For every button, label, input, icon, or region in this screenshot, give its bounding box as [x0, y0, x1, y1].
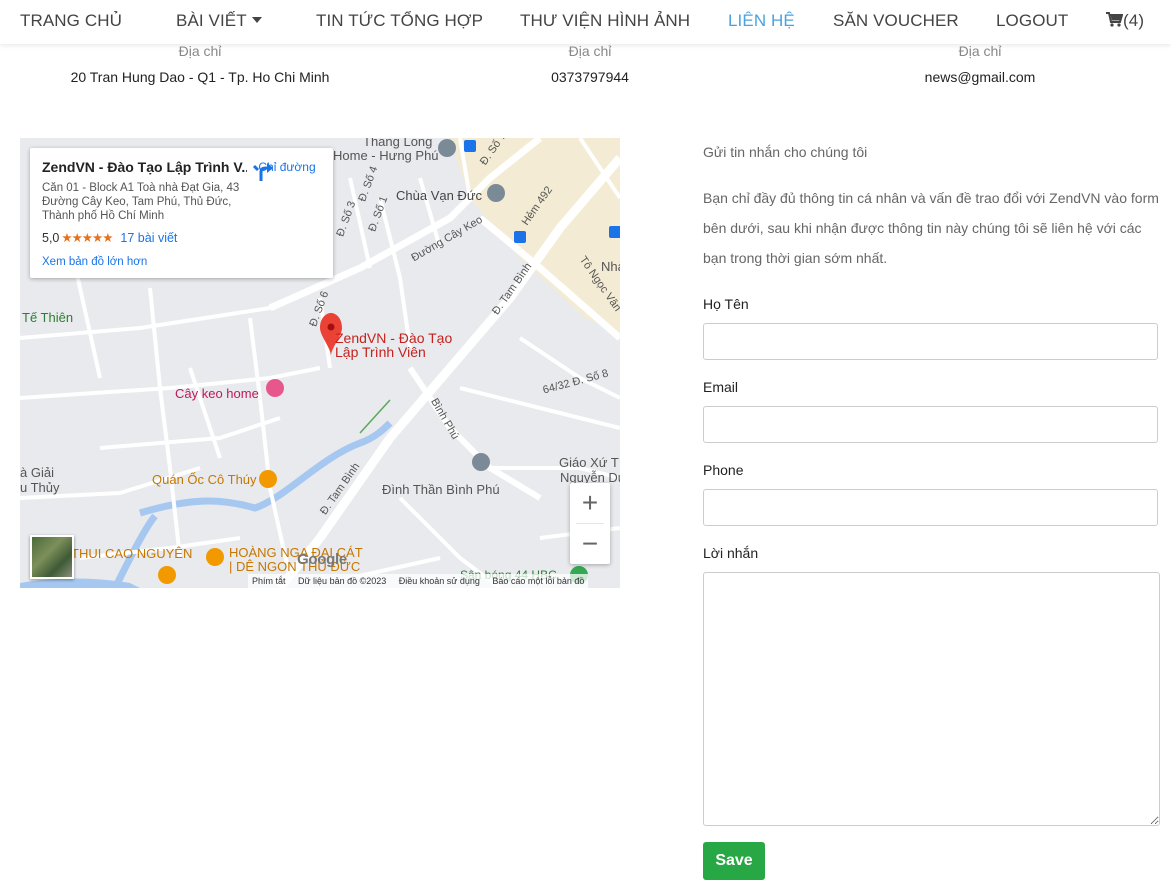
zoom-in-button[interactable]: +: [570, 483, 610, 523]
map-label-cay-keo-home: Cây keo home: [175, 386, 259, 401]
marker-label-line-1: ZendVN - Đào Tạo: [335, 330, 453, 346]
rating-value: 5,0: [42, 231, 60, 245]
nav-posts-dropdown[interactable]: BÀI VIẾT: [176, 11, 262, 31]
email-input[interactable]: [703, 406, 1158, 443]
phone-info-value: 0373797944: [551, 69, 629, 85]
google-logo: Google: [297, 551, 347, 568]
message-textarea[interactable]: [703, 572, 1160, 826]
phone-info-label: Địa chỉ: [568, 43, 612, 59]
email-info-label: Địa chỉ: [958, 43, 1002, 59]
phone-label: Phone: [703, 462, 744, 478]
name-label: Họ Tên: [703, 296, 749, 312]
map-label-giao-xu-1: Giáo Xứ T: [559, 455, 619, 470]
place-rating: 5,0 ★★★★★ 17 bài viết: [42, 230, 177, 245]
place-title: ZendVN - Đào Tạo Lập Trình V...: [42, 159, 247, 175]
directions-icon: [252, 163, 273, 181]
phone-input[interactable]: [703, 489, 1158, 526]
place-card: ZendVN - Đào Tạo Lập Trình V... Căn 01 -…: [30, 148, 333, 278]
zoom-out-button[interactable]: −: [570, 524, 610, 564]
form-heading: Gửi tin nhắn cho chúng tôi: [703, 144, 868, 160]
marker-label: ZendVN - Đào Tạo Lập Trình Viên: [335, 331, 452, 359]
nav-cart[interactable]: (4): [1106, 11, 1144, 31]
address-label: Địa chỉ: [178, 43, 222, 59]
nav-logout[interactable]: LOGOUT: [996, 11, 1068, 31]
caret-down-icon: [251, 16, 262, 23]
nav-contact[interactable]: LIÊN HỆ: [728, 11, 795, 31]
map-label-dinh-than: Đình Thần Bình Phú: [382, 482, 500, 497]
cart-icon: [1106, 12, 1124, 27]
name-input[interactable]: [703, 323, 1158, 360]
directions-button[interactable]: Chỉ đường: [252, 160, 322, 181]
map-label-u-thuy: u Thủy: [20, 480, 60, 495]
top-navbar: TRANG CHỦ BÀI VIẾT TIN TỨC TỔNG HỢP THƯ …: [0, 0, 1171, 44]
satellite-toggle[interactable]: [30, 535, 74, 579]
form-description: Bạn chỉ đầy đủ thông tin cá nhân và vấn …: [703, 190, 1159, 266]
reviews-link[interactable]: 17 bài viết: [120, 231, 177, 245]
map-data-text: Dữ liệu bản đồ ©2023: [298, 576, 387, 586]
map-label-quan-oc: Quán Ốc Cô Thúy: [152, 472, 257, 487]
embedded-map[interactable]: Thang Long Home - Hưng Phú Chùa Vạn Đức …: [20, 138, 620, 588]
map-label-nha: Nhà: [601, 259, 620, 274]
save-button[interactable]: Save: [703, 842, 765, 880]
report-error-link[interactable]: Báo cáo một lỗi bản đồ: [492, 576, 584, 586]
map-label-thui-cao: THUI CAO NGUYÊN: [71, 546, 193, 561]
cart-count: (4): [1123, 11, 1145, 30]
nav-posts-label: BÀI VIẾT: [176, 11, 247, 30]
terms-link[interactable]: Điều khoản sử dụng: [399, 576, 480, 586]
zoom-control: + −: [570, 483, 610, 564]
nav-news[interactable]: TIN TỨC TỔNG HỢP: [316, 11, 483, 31]
email-info-value: news@gmail.com: [924, 69, 1036, 85]
map-attribution: Phím tắt Dữ liệu bản đồ ©2023 Điều khoản…: [248, 574, 589, 588]
marker-label-line-2: Lập Trình Viên: [335, 344, 426, 360]
larger-map-link[interactable]: Xem bản đồ lớn hơn: [42, 256, 147, 268]
map-label-home-hung-phu: Home - Hưng Phú: [333, 148, 439, 163]
map-label-a-giai: à Giải: [20, 465, 54, 480]
place-address: Căn 01 - Block A1 Toà nhà Đạt Gia, 43 Đư…: [42, 182, 240, 222]
nav-home[interactable]: TRANG CHỦ: [20, 11, 122, 31]
nav-voucher[interactable]: SĂN VOUCHER: [833, 11, 959, 31]
nav-gallery[interactable]: THƯ VIỆN HÌNH ẢNH: [520, 11, 690, 31]
message-label: Lời nhắn: [703, 545, 759, 561]
map-label-te-thien: Tế Thiên: [22, 310, 74, 325]
keyboard-shortcuts-link[interactable]: Phím tắt: [252, 576, 286, 586]
rating-stars-icon: ★★★★★: [61, 231, 113, 245]
map-label-chua-van-duc: Chùa Vạn Đức: [396, 188, 483, 203]
email-label: Email: [703, 379, 739, 395]
address-value: 20 Tran Hung Dao - Q1 - Tp. Ho Chi Minh: [70, 69, 330, 85]
